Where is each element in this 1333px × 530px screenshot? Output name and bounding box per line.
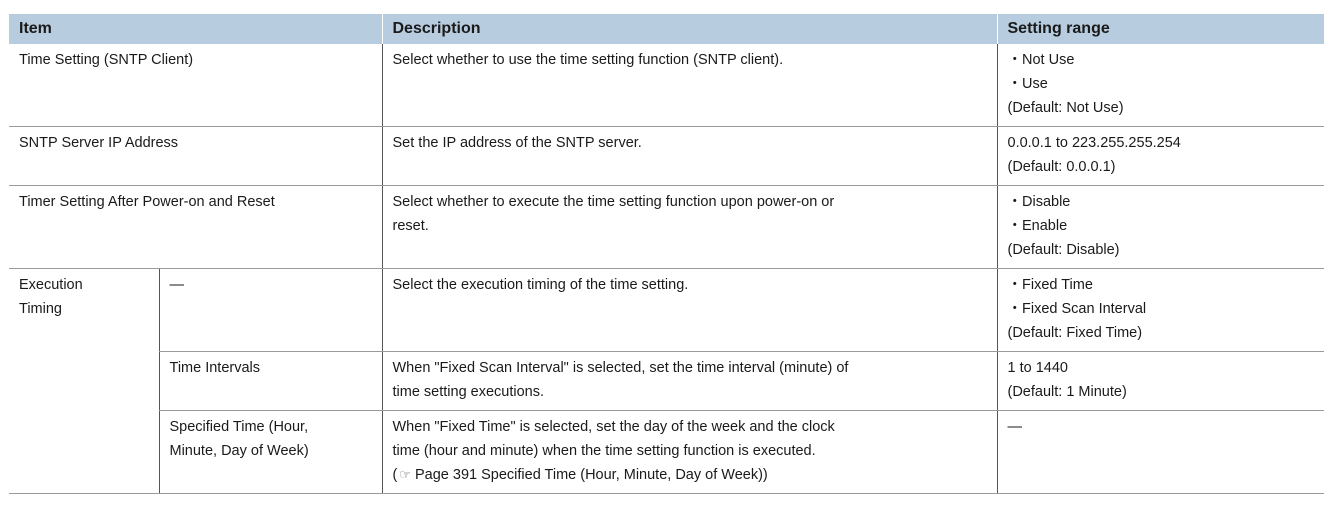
page-reference-icon: ☞ <box>399 467 411 482</box>
description-cell: Select whether to execute the time setti… <box>381 185 997 269</box>
range-default: (Default: 0.0.0.1) <box>1007 159 1116 175</box>
range-cell: 1 to 1440 (Default: 1 Minute) <box>996 351 1324 411</box>
range-default: (Default: Fixed Time) <box>1007 325 1143 341</box>
description-line: When "Fixed Scan Interval" is selected, … <box>392 360 849 376</box>
range-option: Enable <box>1008 214 1315 238</box>
range-cell: Fixed Time Fixed Scan Interval (Default:… <box>996 268 1324 352</box>
range-option: Fixed Scan Interval <box>1008 297 1315 321</box>
table-row: Timer Setting After Power-on and Reset S… <box>9 185 1324 269</box>
description-line: reset. <box>392 218 429 234</box>
item-cell: Time Setting (SNTP Client) <box>9 44 382 127</box>
range-cell: Disable Enable (Default: Disable) <box>996 185 1324 269</box>
table-header-row: Item Description Setting range <box>9 14 1324 44</box>
table-row: SNTP Server IP Address Set the IP addres… <box>9 126 1324 186</box>
range-cell: 0.0.0.1 to 223.255.255.254 (Default: 0.0… <box>996 126 1324 186</box>
settings-table: Item Description Setting range Time Sett… <box>9 14 1324 494</box>
description-line: When "Fixed Time" is selected, set the d… <box>392 419 835 435</box>
reference-open-paren: ( <box>392 467 398 483</box>
subitem-cell: Time Intervals <box>158 351 382 411</box>
range-cell: — <box>996 410 1324 494</box>
description-line: Select whether to execute the time setti… <box>392 194 835 210</box>
subitem-cell: Specified Time (Hour, Minute, Day of Wee… <box>158 410 382 494</box>
range-text: 1 to 1440 <box>1007 360 1068 376</box>
header-description: Description <box>381 14 997 44</box>
item-cell: SNTP Server IP Address <box>9 126 382 186</box>
subitem-cell: — <box>158 268 382 352</box>
range-default: (Default: 1 Minute) <box>1007 384 1127 400</box>
description-cell: Set the IP address of the SNTP server. <box>381 126 997 186</box>
description-cell: Select whether to use the time setting f… <box>381 44 997 127</box>
range-cell: Not Use Use (Default: Not Use) <box>996 44 1324 127</box>
range-default: (Default: Not Use) <box>1007 100 1124 116</box>
group-label-line: Timing <box>19 301 62 317</box>
description-cell: Select the execution timing of the time … <box>381 268 997 352</box>
description-cell: When "Fixed Scan Interval" is selected, … <box>381 351 997 411</box>
settings-table-container: Item Description Setting range Time Sett… <box>9 14 1324 494</box>
table-row: Time Intervals When "Fixed Scan Interval… <box>9 351 1324 411</box>
reference-line: (☞ Page 391 Specified Time (Hour, Minute,… <box>393 463 987 487</box>
range-default: (Default: Disable) <box>1007 242 1120 258</box>
table-row: Specified Time (Hour, Minute, Day of Wee… <box>9 410 1324 494</box>
header-item: Item <box>9 14 382 44</box>
group-cell-execution-timing: Execution Timing <box>9 268 159 494</box>
subitem-line: Minute, Day of Week) <box>169 443 309 459</box>
range-option: Fixed Time <box>1008 273 1315 297</box>
description-line: time (hour and minute) when the time set… <box>392 443 816 459</box>
range-option: Disable <box>1008 190 1315 214</box>
table-row: Execution Timing — Select the execution … <box>9 268 1324 494</box>
page-reference-link[interactable]: Page 391 Specified Time (Hour, Minute, D… <box>415 467 768 483</box>
range-option: Not Use <box>1008 48 1315 72</box>
range-text: 0.0.0.1 to 223.255.255.254 <box>1007 135 1181 151</box>
table-row: Time Setting (SNTP Client) Select whethe… <box>9 44 1324 127</box>
group-label-line: Execution <box>19 277 83 293</box>
description-cell: When "Fixed Time" is selected, set the d… <box>381 410 997 494</box>
item-cell: Timer Setting After Power-on and Reset <box>9 185 382 269</box>
description-line: time setting executions. <box>392 384 545 400</box>
range-option: Use <box>1008 72 1315 96</box>
header-setting-range: Setting range <box>996 14 1324 44</box>
subitem-line: Specified Time (Hour, <box>169 419 309 435</box>
